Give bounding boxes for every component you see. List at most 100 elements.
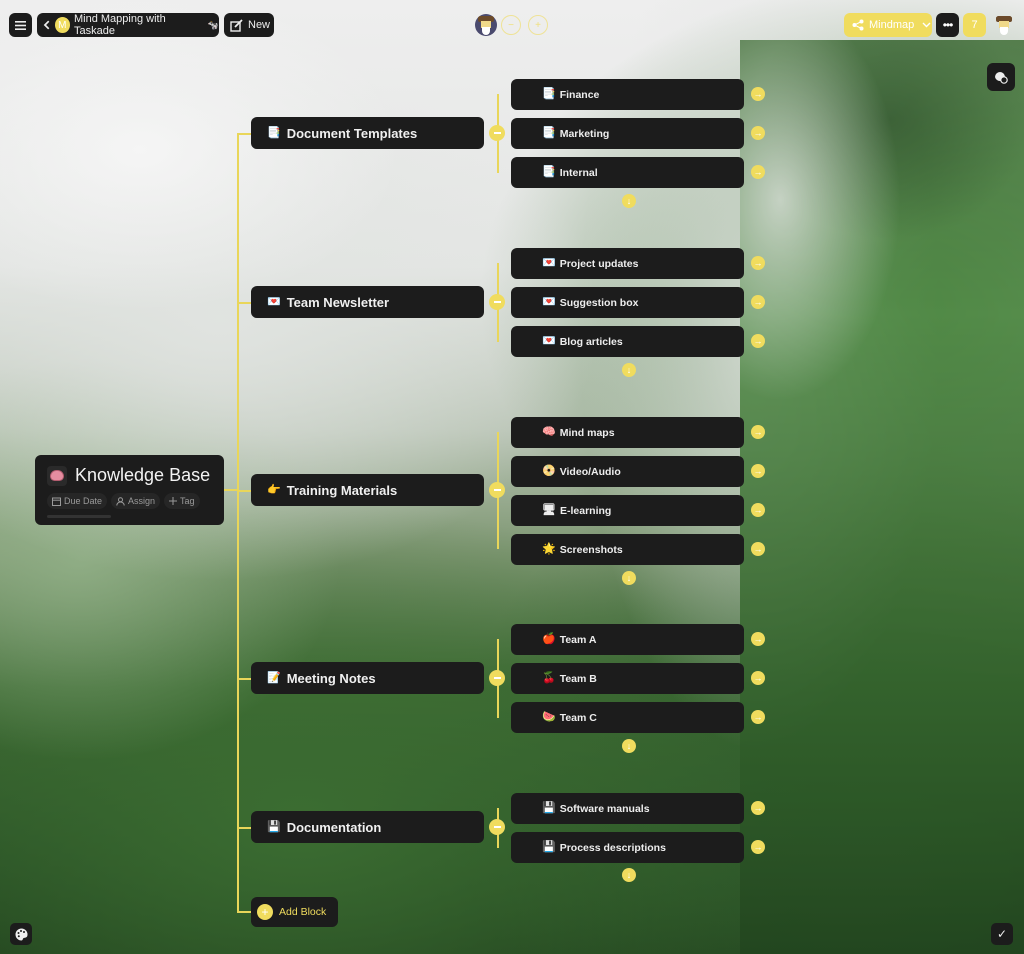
child-node[interactable]: 📑 Finance bbox=[511, 79, 744, 110]
collapse-button[interactable] bbox=[489, 819, 505, 835]
add-child-button[interactable]: ↓ bbox=[622, 363, 636, 377]
collapse-button[interactable] bbox=[489, 482, 505, 498]
expand-right-button[interactable]: → bbox=[751, 256, 765, 270]
memo-icon: 📝 bbox=[267, 671, 281, 684]
branch-node[interactable]: 📑 Document Templates bbox=[251, 117, 484, 149]
expand-right-button[interactable]: → bbox=[751, 165, 765, 179]
child-node[interactable]: 📀 Video/Audio bbox=[511, 456, 744, 487]
more-options-button[interactable]: ••• bbox=[936, 13, 959, 37]
check-icon: ✓ bbox=[996, 927, 1008, 941]
new-button[interactable]: New bbox=[224, 13, 274, 37]
trunk-line bbox=[237, 133, 239, 912]
collaborator-avatar[interactable] bbox=[475, 14, 497, 36]
compose-icon bbox=[230, 18, 243, 32]
branch-node[interactable]: 💌 Team Newsletter bbox=[251, 286, 484, 318]
branch-label: Training Materials bbox=[286, 482, 398, 498]
child-label: Finance bbox=[559, 88, 600, 101]
progress-bar bbox=[47, 515, 111, 518]
branch-node[interactable]: 👉 Training Materials bbox=[251, 474, 484, 506]
child-label: Internal bbox=[559, 166, 598, 179]
child-label: Screenshots bbox=[559, 543, 623, 556]
child-node[interactable]: 🍎 Team A bbox=[511, 624, 744, 655]
child-node[interactable]: 📑 Internal bbox=[511, 157, 744, 188]
cherries-icon: 🍒 bbox=[542, 672, 556, 684]
plus-icon bbox=[169, 497, 178, 505]
expand-right-button[interactable]: → bbox=[751, 334, 765, 348]
love-letter-icon: 💌 bbox=[542, 257, 556, 269]
expand-right-button[interactable]: → bbox=[751, 126, 765, 140]
new-label: New bbox=[248, 19, 271, 31]
monitor-icon: 🖥 bbox=[542, 504, 556, 516]
expand-right-button[interactable]: → bbox=[751, 425, 765, 439]
child-node[interactable]: 💾 Software manuals bbox=[511, 793, 744, 824]
menu-button[interactable] bbox=[9, 13, 32, 37]
theme-button[interactable] bbox=[10, 923, 32, 945]
expand-right-button[interactable]: → bbox=[751, 542, 765, 556]
add-block-button[interactable]: + Add Block bbox=[251, 897, 338, 927]
watermelon-icon: 🍉 bbox=[542, 711, 556, 723]
background-image bbox=[740, 40, 1024, 954]
hamburger-icon bbox=[15, 20, 26, 30]
apple-icon: 🍎 bbox=[542, 633, 556, 645]
child-node[interactable]: 🍉 Team C bbox=[511, 702, 744, 733]
chat-button[interactable] bbox=[987, 63, 1015, 91]
assign-chip[interactable]: Assign bbox=[111, 493, 161, 509]
add-child-button[interactable]: ↓ bbox=[622, 868, 636, 882]
child-node[interactable]: 🌟 Screenshots bbox=[511, 534, 744, 565]
child-node[interactable]: 🍒 Team B bbox=[511, 663, 744, 694]
child-label: Marketing bbox=[559, 127, 610, 140]
document-icon: 📑 bbox=[542, 88, 556, 100]
child-node[interactable]: 📑 Marketing bbox=[511, 118, 744, 149]
expand-right-button[interactable]: → bbox=[751, 840, 765, 854]
pointing-hand-icon: 👉 bbox=[267, 483, 281, 496]
child-node[interactable]: 💾 Process descriptions bbox=[511, 832, 744, 863]
chevron-left-icon[interactable] bbox=[43, 20, 51, 30]
project-title-emoji: 🐄 bbox=[207, 19, 219, 30]
branch-connector bbox=[237, 490, 251, 492]
brain-icon bbox=[47, 465, 67, 486]
expand-right-button[interactable]: → bbox=[751, 710, 765, 724]
due-date-chip[interactable]: Due Date bbox=[47, 493, 108, 509]
expand-right-button[interactable]: → bbox=[751, 87, 765, 101]
child-node[interactable]: 💌 Suggestion box bbox=[511, 287, 744, 318]
child-label: Team B bbox=[559, 672, 597, 685]
add-child-button[interactable]: ↓ bbox=[622, 194, 636, 208]
child-label: Software manuals bbox=[559, 802, 650, 815]
add-child-button[interactable]: ↓ bbox=[622, 571, 636, 585]
user-avatar[interactable] bbox=[993, 14, 1015, 36]
child-node[interactable]: 🖥 E-learning bbox=[511, 495, 744, 526]
branch-node[interactable]: 📝 Meeting Notes bbox=[251, 662, 484, 694]
expand-right-button[interactable]: → bbox=[751, 503, 765, 517]
user-icon bbox=[116, 496, 125, 506]
child-label: E-learning bbox=[559, 504, 612, 517]
love-letter-icon: 💌 bbox=[542, 296, 556, 308]
child-label: Suggestion box bbox=[559, 296, 639, 309]
zoom-in-button[interactable]: + bbox=[528, 15, 548, 35]
add-child-button[interactable]: ↓ bbox=[622, 739, 636, 753]
project-title-button[interactable]: M Mind Mapping with Taskade 🐄 bbox=[37, 13, 219, 37]
root-node[interactable]: Knowledge Base Due Date Assign Tag bbox=[35, 455, 224, 525]
calendar-icon bbox=[52, 497, 61, 506]
expand-right-button[interactable]: → bbox=[751, 295, 765, 309]
expand-right-button[interactable]: → bbox=[751, 632, 765, 646]
child-label: Blog articles bbox=[559, 335, 623, 348]
collapse-button[interactable] bbox=[489, 670, 505, 686]
branch-connector bbox=[237, 133, 251, 135]
zoom-out-button[interactable]: − bbox=[501, 15, 521, 35]
child-node[interactable]: 💌 Blog articles bbox=[511, 326, 744, 357]
expand-right-button[interactable]: → bbox=[751, 801, 765, 815]
collapse-button[interactable] bbox=[489, 125, 505, 141]
root-title[interactable]: Knowledge Base bbox=[75, 465, 210, 486]
complete-button[interactable]: ✓ bbox=[991, 923, 1013, 945]
branch-node[interactable]: 💾 Documentation bbox=[251, 811, 484, 843]
child-node[interactable]: 💌 Project updates bbox=[511, 248, 744, 279]
members-count-button[interactable]: 7 bbox=[963, 13, 986, 37]
collapse-button[interactable] bbox=[489, 294, 505, 310]
branch-label: Documentation bbox=[286, 819, 382, 835]
branch-label: Meeting Notes bbox=[286, 670, 376, 686]
expand-right-button[interactable]: → bbox=[751, 464, 765, 478]
expand-right-button[interactable]: → bbox=[751, 671, 765, 685]
child-node[interactable]: 🧠 Mind maps bbox=[511, 417, 744, 448]
tag-chip[interactable]: Tag bbox=[164, 493, 200, 509]
view-switcher-button[interactable]: Mindmap bbox=[844, 13, 932, 37]
